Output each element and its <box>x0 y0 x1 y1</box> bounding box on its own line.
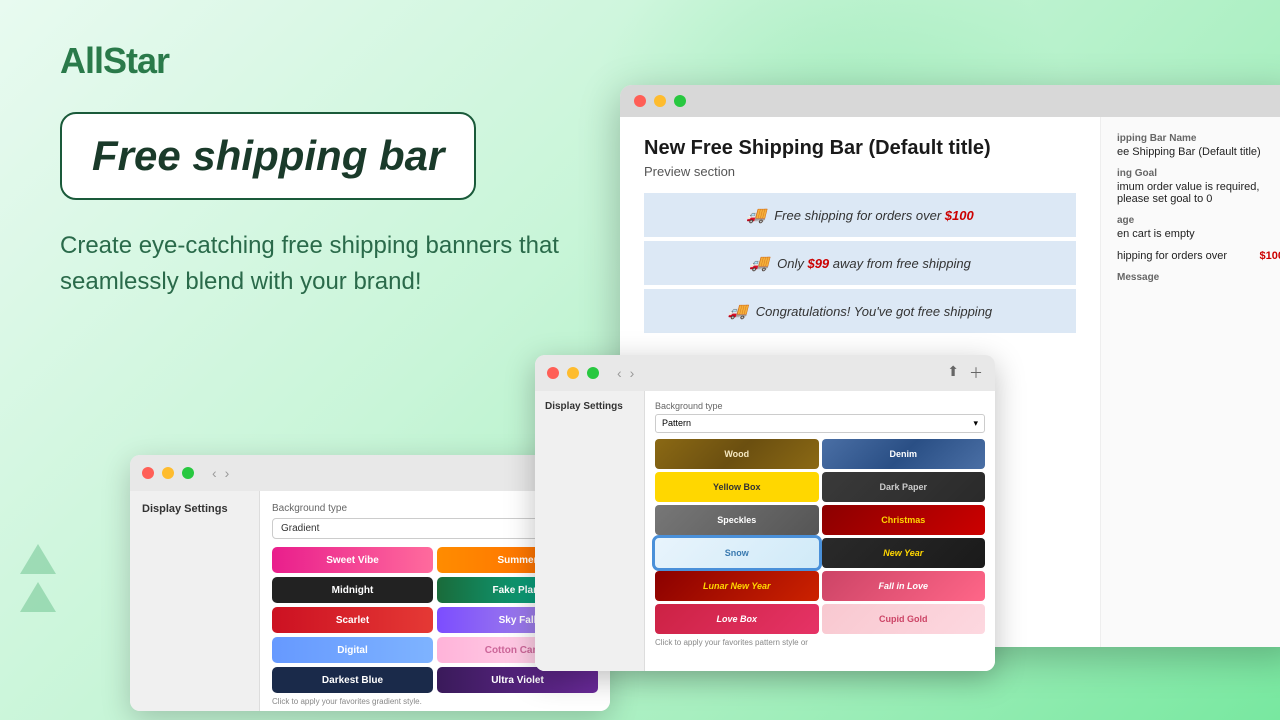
dot-red[interactable] <box>634 95 646 107</box>
medium-pattern-dropdown[interactable]: Pattern ▾ <box>655 414 985 433</box>
pattern-christmas[interactable]: Christmas <box>822 505 986 535</box>
decorative-triangles <box>20 544 56 620</box>
medium-sidebar-label: Display Settings <box>545 401 634 412</box>
preview-bar-3-text: Congratulations! You've got free shippin… <box>756 304 992 319</box>
medium-browser-actions: ⬆ ＋ <box>947 363 983 383</box>
page-title: Free shipping bar <box>92 132 444 180</box>
pattern-love-box[interactable]: Love Box <box>655 604 819 634</box>
pattern-denim[interactable]: Denim <box>822 439 986 469</box>
truck-icon-1: 🚚 <box>746 205 766 225</box>
preview-bar-1-text: Free shipping for orders over $100 <box>774 208 973 223</box>
medium-click-hint: Click to apply your favorites pattern st… <box>655 638 985 647</box>
message-cart-empty: en cart is empty <box>1117 228 1280 240</box>
medium-bg-type-label: Background type <box>655 401 985 411</box>
medium-add-tab-icon[interactable]: ＋ <box>969 363 983 383</box>
title-box: Free shipping bar <box>60 112 476 200</box>
pattern-grid: Wood Denim Yellow Box Dark Paper Speckle… <box>655 439 985 634</box>
price-highlight-2: $99 <box>807 256 829 271</box>
shipping-goal-label: ing Goal <box>1117 168 1280 179</box>
pattern-speckles[interactable]: Speckles <box>655 505 819 535</box>
preview-bar-1: 🚚 Free shipping for orders over $100 <box>644 193 1076 237</box>
dot-yellow[interactable] <box>654 95 666 107</box>
app-right-panel: ipping Bar Name ee Shipping Bar (Default… <box>1100 117 1280 647</box>
gradient-scarlet[interactable]: Scarlet <box>272 607 433 633</box>
browser-nav: ‹ › <box>212 465 229 481</box>
triangle-2 <box>20 582 56 612</box>
pattern-cupid-gold[interactable]: Cupid Gold <box>822 604 986 634</box>
pattern-wood[interactable]: Wood <box>655 439 819 469</box>
nav-back[interactable]: ‹ <box>212 465 217 481</box>
truck-icon-2: 🚚 <box>749 253 769 273</box>
pattern-dark-paper[interactable]: Dark Paper <box>822 472 986 502</box>
shipping-threshold-label: hipping for orders over <box>1117 250 1227 262</box>
medium-dot-red[interactable] <box>547 367 559 379</box>
medium-sidebar: Display Settings <box>535 391 645 671</box>
shipping-bar-name-label: ipping Bar Name <box>1117 133 1280 144</box>
pattern-lunar-new-year[interactable]: Lunar New Year <box>655 571 819 601</box>
medium-dot-yellow[interactable] <box>567 367 579 379</box>
app-window-title: New Free Shipping Bar (Default title) <box>644 137 1076 160</box>
price-highlight-1: $100 <box>945 208 974 223</box>
message-label: age <box>1117 215 1280 226</box>
small-click-hint: Click to apply your favorites gradient s… <box>272 697 598 706</box>
nav-forward[interactable]: › <box>225 465 230 481</box>
browser-medium: ‹ › ⬆ ＋ Display Settings Background type… <box>535 355 995 671</box>
preview-bar-2: 🚚 Only $99 away from free shipping <box>644 241 1076 285</box>
medium-main-panel: Background type Pattern ▾ Wood Denim Yel… <box>645 391 995 671</box>
pattern-yellow-box[interactable]: Yellow Box <box>655 472 819 502</box>
gradient-sweet-vibe[interactable]: Sweet Vibe <box>272 547 433 573</box>
medium-nav-forward[interactable]: › <box>630 365 635 381</box>
small-dot-yellow[interactable] <box>162 467 174 479</box>
shipping-threshold-row: hipping for orders over $100 <box>1117 250 1280 262</box>
pattern-fall-in-love[interactable]: Fall in Love <box>822 571 986 601</box>
logo: AllStar <box>60 40 620 82</box>
medium-dropdown-value: Pattern <box>662 418 691 429</box>
dot-green[interactable] <box>674 95 686 107</box>
pattern-snow[interactable]: Snow <box>655 538 819 568</box>
pattern-new-year[interactable]: New Year <box>822 538 986 568</box>
medium-dropdown-arrow: ▾ <box>973 418 978 429</box>
browser-large-titlebar <box>620 85 1280 117</box>
small-dropdown-value: Gradient <box>281 523 319 534</box>
preview-section-label: Preview section <box>644 164 1076 179</box>
shipping-goal-note: imum order value is required, please set… <box>1117 181 1280 205</box>
preview-bar-2-text: Only $99 away from free shipping <box>777 256 971 271</box>
browser-medium-content: Display Settings Background type Pattern… <box>535 391 995 671</box>
small-dot-red[interactable] <box>142 467 154 479</box>
logo-text: AllStar <box>60 40 169 82</box>
gradient-midnight[interactable]: Midnight <box>272 577 433 603</box>
medium-browser-nav: ‹ › <box>617 365 634 381</box>
gradient-digital[interactable]: Digital <box>272 637 433 663</box>
medium-share-icon[interactable]: ⬆ <box>947 363 959 383</box>
gradient-darkest-blue[interactable]: Darkest Blue <box>272 667 433 693</box>
small-sidebar-label: Display Settings <box>142 503 247 515</box>
message2-label: Message <box>1117 272 1280 283</box>
shipping-threshold-value: $100 <box>1260 250 1280 262</box>
small-sidebar: Display Settings <box>130 491 260 711</box>
preview-bar-3: 🚚 Congratulations! You've got free shipp… <box>644 289 1076 333</box>
medium-nav-back[interactable]: ‹ <box>617 365 622 381</box>
medium-dot-green[interactable] <box>587 367 599 379</box>
left-panel: AllStar Free shipping bar Create eye-cat… <box>60 40 620 330</box>
browser-medium-titlebar: ‹ › ⬆ ＋ <box>535 355 995 391</box>
hero-description: Create eye-catching free shipping banner… <box>60 228 620 300</box>
shipping-bar-name-value: ee Shipping Bar (Default title) <box>1117 146 1280 158</box>
triangle-1 <box>20 544 56 574</box>
small-dot-green[interactable] <box>182 467 194 479</box>
truck-icon-3: 🚚 <box>728 301 748 321</box>
